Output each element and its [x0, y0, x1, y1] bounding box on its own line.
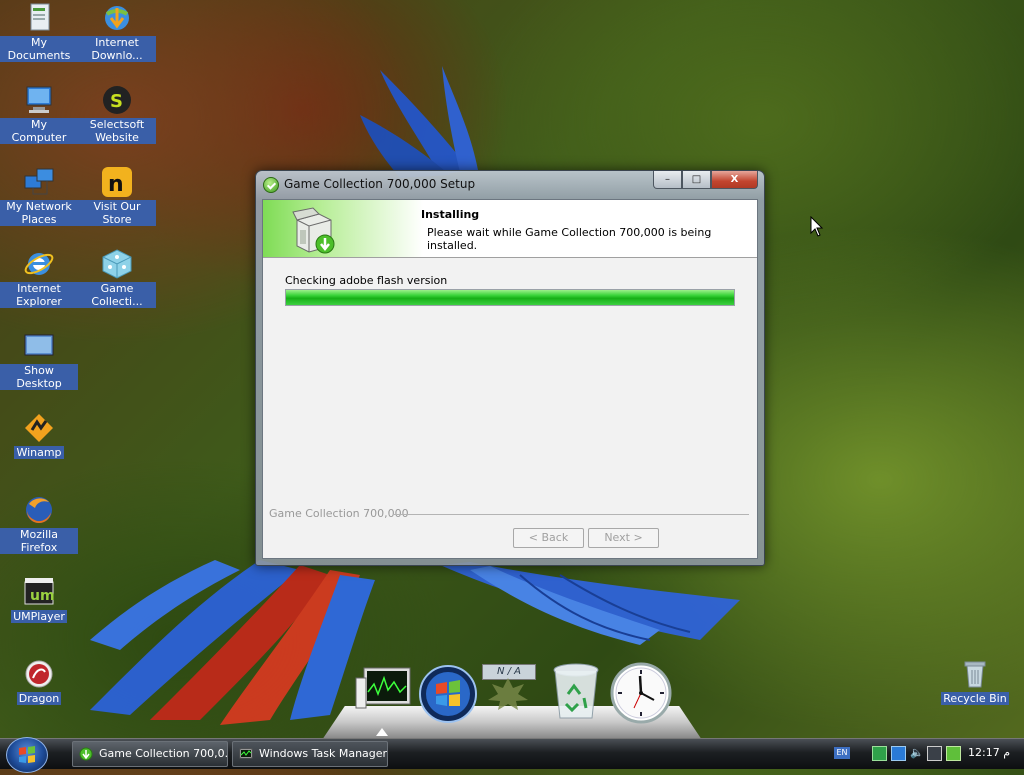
desktop-icon-label: Visit Our Store — [78, 200, 156, 226]
weather-na-icon[interactable] — [486, 676, 530, 710]
selectsoft-icon: S — [101, 84, 133, 116]
desktop-icon-show-desktop[interactable]: Show Desktop — [0, 330, 78, 390]
setup-window[interactable]: Game Collection 700,000 Setup – □ X Inst… — [255, 170, 765, 566]
setup-app-icon — [263, 177, 279, 193]
minimize-button[interactable]: – — [653, 171, 682, 189]
task-manager-monitor-icon[interactable] — [354, 666, 412, 714]
progress-fill — [286, 290, 734, 305]
my-documents-icon — [23, 2, 55, 34]
svg-text:n: n — [108, 172, 124, 197]
header-subtitle: Please wait while Game Collection 700,00… — [427, 226, 712, 252]
header-title: Installing — [421, 208, 480, 221]
desktop-icon-label: Internet Explorer — [0, 282, 78, 308]
desktop-icon-winamp[interactable]: Winamp — [0, 412, 78, 459]
close-button[interactable]: X — [711, 171, 758, 189]
network-places-icon — [23, 166, 55, 198]
brand-divider — [393, 514, 749, 515]
status-text: Checking adobe flash version — [285, 274, 448, 287]
desktop-icon-label: Mozilla Firefox — [0, 528, 78, 554]
my-computer-icon — [23, 84, 55, 116]
recycle-bin-icon — [959, 658, 991, 690]
desktop-icon-label: My Documents — [0, 36, 78, 62]
progress-bar — [285, 289, 735, 306]
firefox-icon — [23, 494, 55, 526]
network-status-icon[interactable] — [927, 746, 942, 761]
taskbar: Game Collection 700,0... Windows Task Ma… — [0, 737, 1024, 773]
desktop-icon-label: Dragon — [16, 692, 62, 705]
desktop-icon-label: Winamp — [14, 446, 64, 459]
task-manager-icon — [239, 748, 253, 759]
taskbar-clock[interactable]: 12:17 م — [968, 746, 1010, 759]
desktop-icon-recycle-bin[interactable]: Recycle Bin — [936, 658, 1014, 705]
window-controls: – □ X — [653, 171, 758, 189]
desktop-icon-label: UMPlayer — [11, 610, 67, 623]
clock-gadget-icon[interactable] — [610, 662, 672, 724]
dock-recycle-bin-icon[interactable] — [552, 662, 600, 722]
maximize-button[interactable]: □ — [682, 171, 711, 189]
volume-icon[interactable]: 🔈 — [910, 746, 924, 759]
store-icon: n — [101, 166, 133, 198]
dragon-icon — [23, 658, 55, 690]
desktop-icon-umplayer[interactable]: um UMPlayer — [0, 576, 78, 623]
desktop-icon-mozilla-firefox[interactable]: Mozilla Firefox — [0, 494, 78, 554]
umplayer-icon: um — [23, 576, 55, 608]
internet-download-icon — [101, 2, 133, 34]
back-button[interactable]: < Back — [513, 528, 584, 548]
desktop-icon-dragon[interactable]: Dragon — [0, 658, 78, 705]
windows-logo-icon — [19, 746, 35, 763]
taskbar-item-task-manager[interactable]: Windows Task Manager — [232, 741, 388, 767]
taskbar-item-label: Game Collection 700,0... — [99, 747, 228, 760]
brand-text: Game Collection 700,000 — [269, 507, 409, 520]
windows-orb-icon[interactable] — [418, 664, 478, 724]
tray-network-icon[interactable] — [891, 746, 906, 761]
show-desktop-icon — [23, 330, 55, 362]
install-box-icon — [292, 207, 335, 254]
desktop-icon-visit-our-store[interactable]: n Visit Our Store — [78, 166, 156, 226]
desktop-icon-label: Show Desktop — [0, 364, 78, 390]
safely-remove-icon[interactable] — [946, 746, 961, 761]
desktop-icon-my-documents[interactable]: My Documents — [0, 2, 78, 62]
desktop-icon-label: Recycle Bin — [941, 692, 1009, 705]
taskbar-item-setup[interactable]: Game Collection 700,0... — [72, 741, 228, 767]
desktop-icon-label: Internet Downlo... — [78, 36, 156, 62]
desktop-icon-internet-explorer[interactable]: Internet Explorer — [0, 248, 78, 308]
system-tray: 🔈 — [872, 746, 961, 761]
svg-text:S: S — [110, 91, 123, 112]
desktop-icon-label: My Computer — [0, 118, 78, 144]
desktop-icon-game-collection[interactable]: Game Collecti... — [78, 248, 156, 308]
desktop-icon-label: Game Collecti... — [78, 282, 156, 308]
setup-client-area: Installing Please wait while Game Collec… — [262, 199, 758, 559]
winamp-icon — [23, 412, 55, 444]
next-button[interactable]: Next > — [588, 528, 659, 548]
desktop-icon-internet-download[interactable]: Internet Downlo... — [78, 2, 156, 62]
dock-pointer-icon — [376, 728, 388, 736]
game-collection-icon — [101, 248, 133, 280]
svg-text:um: um — [30, 588, 55, 604]
desktop-icon-my-network-places[interactable]: My Network Places — [0, 166, 78, 226]
taskbar-item-label: Windows Task Manager — [259, 747, 388, 760]
desktop-icon-selectsoft-website[interactable]: S Selectsoft Website — [78, 84, 156, 144]
mouse-cursor-icon — [810, 216, 824, 237]
setup-header: Installing Please wait while Game Collec… — [263, 200, 757, 258]
language-indicator[interactable]: EN — [834, 747, 850, 759]
desktop-icon-label: My Network Places — [0, 200, 78, 226]
internet-explorer-icon — [23, 248, 55, 280]
window-title: Game Collection 700,000 Setup — [284, 177, 476, 191]
tray-app-icon[interactable] — [872, 746, 887, 761]
desktop-icon-my-computer[interactable]: My Computer — [0, 84, 78, 144]
desktop-icon-label: Selectsoft Website — [78, 118, 156, 144]
setup-app-icon — [79, 747, 93, 761]
